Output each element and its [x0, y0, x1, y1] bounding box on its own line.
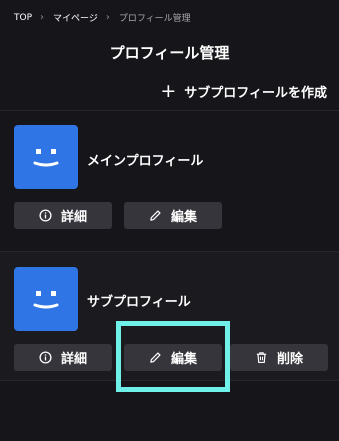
edit-button[interactable]: 編集 [124, 202, 222, 229]
detail-button-label: 詳細 [60, 352, 87, 367]
avatar [14, 267, 78, 331]
delete-button[interactable]: 削除 [230, 344, 328, 371]
breadcrumb: TOP › マイページ › プロフィール管理 [14, 11, 191, 24]
detail-button[interactable]: 詳細 [14, 344, 112, 371]
info-icon [39, 351, 52, 364]
chevron-right-icon: › [105, 11, 110, 23]
create-subprofile-button[interactable]: + サブプロフィールを作成 [160, 80, 327, 102]
breadcrumb-top[interactable]: TOP [14, 13, 32, 23]
plus-icon: + [160, 80, 177, 102]
smiley-face-icon [33, 291, 59, 309]
edit-button-label: 編集 [170, 210, 197, 225]
pencil-icon [149, 351, 162, 364]
page-title: プロフィール管理 [109, 44, 230, 62]
trash-icon [255, 351, 268, 364]
avatar [14, 125, 78, 189]
breadcrumb-mypage[interactable]: マイページ [53, 11, 98, 24]
profile-name: サブプロフィール [87, 295, 191, 310]
detail-button-label: 詳細 [60, 210, 87, 225]
pencil-icon [149, 209, 162, 222]
profile-name: メインプロフィール [87, 154, 204, 169]
profile-card-main: メインプロフィール 詳細 編集 [0, 110, 339, 240]
edit-button-label: 編集 [170, 352, 197, 367]
create-subprofile-label: サブプロフィールを作成 [184, 86, 327, 101]
breadcrumb-current: プロフィール管理 [118, 14, 191, 24]
delete-button-label: 削除 [276, 352, 303, 367]
profile-card-sub: サブプロフィール 詳細 編集 削除 [0, 251, 339, 381]
detail-button[interactable]: 詳細 [14, 202, 112, 229]
info-icon [39, 209, 52, 222]
chevron-right-icon: › [40, 11, 45, 23]
smiley-face-icon [33, 149, 59, 167]
edit-button[interactable]: 編集 [124, 344, 222, 371]
